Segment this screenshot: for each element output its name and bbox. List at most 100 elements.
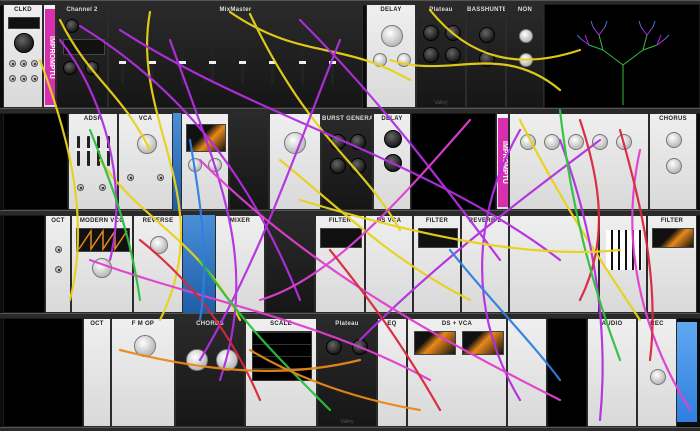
module-audio[interactable]: AUDIO [587, 318, 637, 427]
env-output-jack[interactable] [99, 184, 106, 191]
cv-jack[interactable] [55, 246, 62, 253]
module-mixer[interactable]: MixMaster [108, 4, 363, 108]
env-knob[interactable] [208, 158, 222, 172]
module-vca[interactable]: VCA [118, 113, 173, 210]
module-non[interactable]: NON [506, 4, 544, 108]
attack-slider[interactable] [75, 136, 82, 166]
output-jack[interactable] [20, 75, 27, 82]
module-chords[interactable]: CHORDS [175, 318, 245, 427]
module-channel[interactable]: Channel 2 [56, 4, 108, 108]
time-knob[interactable] [384, 130, 402, 148]
shape-knob[interactable] [519, 53, 533, 67]
burst-knob[interactable] [330, 134, 346, 150]
env-knob[interactable] [188, 158, 202, 172]
module-reverb-2[interactable]: REVERB 2 [461, 215, 509, 313]
output-jack[interactable] [9, 60, 16, 67]
module-plateau-top[interactable]: Plateau Valley [416, 4, 466, 108]
decay-knob[interactable] [352, 339, 368, 355]
module-modern-vco[interactable]: MODERN VCO [71, 215, 133, 313]
module-delay-2[interactable]: DELAY [373, 113, 411, 210]
module-filter-1[interactable]: FILTER [315, 215, 365, 313]
keyboard-keys[interactable] [606, 230, 642, 270]
module-keyboard[interactable] [599, 215, 647, 313]
chord-knob[interactable] [186, 349, 208, 371]
size-knob[interactable] [326, 339, 342, 355]
channel-fader[interactable] [119, 45, 126, 85]
level-knob[interactable] [137, 134, 157, 154]
mix-knob[interactable] [397, 53, 411, 67]
module-chorus[interactable]: CHORUS [649, 113, 697, 210]
feedback-knob[interactable] [384, 154, 402, 172]
module-reverse[interactable]: REVERSE [133, 215, 183, 313]
module-delay-top[interactable]: DELAY [366, 4, 416, 108]
step-knob[interactable] [520, 134, 536, 150]
channel-fader[interactable] [239, 45, 246, 85]
channel-fader[interactable] [299, 45, 306, 85]
step-knob[interactable] [568, 134, 584, 150]
module-ds-vca-2[interactable]: DS + VCA [407, 318, 507, 427]
module-clkd[interactable]: CLKD [3, 4, 43, 108]
damping-knob[interactable] [445, 47, 461, 63]
release-slider[interactable] [105, 136, 112, 166]
module-burst[interactable]: BURST GENERATOR [321, 113, 373, 210]
module-scope[interactable]: SCALE [245, 318, 317, 427]
step-knob[interactable] [616, 134, 632, 150]
reverse-knob[interactable] [150, 236, 168, 254]
input-jack[interactable] [127, 174, 134, 181]
cv-jack[interactable] [55, 266, 62, 273]
module-impromptu-strip[interactable]: IMPROMPTU [496, 113, 509, 210]
channel-fader[interactable] [209, 45, 216, 85]
module-dark-panel[interactable] [265, 215, 315, 313]
feedback-knob[interactable] [373, 53, 387, 67]
module-seq-row3[interactable] [509, 215, 599, 313]
rate-knob[interactable] [284, 132, 306, 154]
module-oct-2[interactable]: OCT [83, 318, 111, 427]
pan-knob[interactable] [63, 61, 77, 75]
master-fader[interactable] [329, 45, 336, 85]
output-jack[interactable] [157, 174, 164, 181]
resonance-knob[interactable] [479, 51, 495, 67]
burst-knob[interactable] [350, 134, 366, 150]
tempo-knob[interactable] [14, 33, 34, 53]
gain-knob[interactable] [65, 19, 79, 33]
module-filter-3[interactable]: FILTER [647, 215, 697, 313]
module-eq[interactable]: EQ [377, 318, 407, 427]
module-basshunter[interactable]: BASSHUNTER [466, 4, 506, 108]
module-plateau-2[interactable]: Plateau Valley [317, 318, 377, 427]
cutoff-knob[interactable] [479, 27, 495, 43]
rec-knob[interactable] [650, 369, 666, 385]
module-filter-2[interactable]: FILTER [413, 215, 461, 313]
module-adsr[interactable]: ADSR [68, 113, 118, 210]
burst-knob[interactable] [330, 158, 346, 174]
module-mixer-2[interactable]: MIXER [215, 215, 265, 313]
rack-canvas[interactable]: CLKD IMPROMPTU Channel 2 MixMaster DELAY… [0, 0, 700, 431]
decay-slider[interactable] [85, 136, 92, 166]
module-sequencer[interactable] [509, 113, 649, 210]
chord-knob[interactable] [216, 349, 238, 371]
module-envelope[interactable] [181, 113, 229, 210]
channel-fader[interactable] [269, 45, 276, 85]
module-ds-vca[interactable]: DS VCA [365, 215, 413, 313]
sustain-slider[interactable] [95, 136, 102, 166]
level-knob[interactable] [85, 61, 99, 75]
rate-knob[interactable] [666, 132, 682, 148]
module-fm-op[interactable]: F M OP [111, 318, 175, 427]
ratio-knob[interactable] [134, 335, 156, 357]
decay-knob[interactable] [445, 25, 461, 41]
depth-knob[interactable] [666, 158, 682, 174]
output-jack[interactable] [31, 75, 38, 82]
module-impromptu-strip[interactable]: IMPROMPTU [43, 4, 56, 108]
freq-knob[interactable] [92, 258, 112, 278]
step-knob[interactable] [544, 134, 560, 150]
channel-fader[interactable] [179, 45, 186, 85]
gate-input-jack[interactable] [77, 184, 84, 191]
output-jack[interactable] [9, 75, 16, 82]
module-sequencer-dark[interactable] [229, 113, 269, 210]
output-jack[interactable] [20, 60, 27, 67]
module-generator[interactable] [269, 113, 321, 210]
step-knob[interactable] [592, 134, 608, 150]
burst-knob[interactable] [350, 158, 366, 174]
time-knob[interactable] [381, 25, 403, 47]
pitch-knob[interactable] [519, 29, 533, 43]
module-oct[interactable]: OCT [45, 215, 71, 313]
